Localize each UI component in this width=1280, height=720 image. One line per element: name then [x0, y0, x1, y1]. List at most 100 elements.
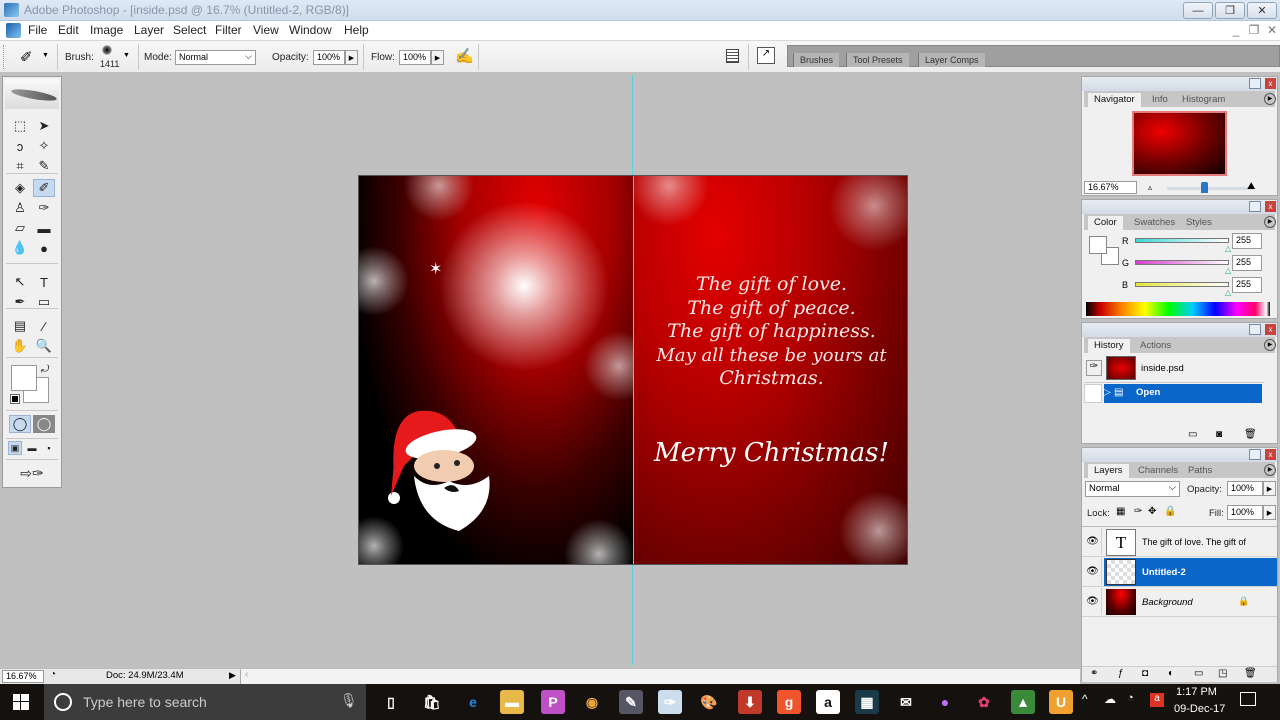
menu-file[interactable]: File — [28, 23, 47, 37]
taskbar-video-editor-icon[interactable]: ▦ — [855, 690, 879, 714]
taskbar-g-app-icon[interactable]: g — [777, 690, 801, 714]
horizontal-scrollbar[interactable]: ‹ — [240, 669, 1080, 684]
brush-preset-dropdown-icon[interactable]: ▼ — [42, 52, 49, 59]
menu-help[interactable]: Help — [344, 23, 369, 37]
fill-slider-button[interactable]: ▶ — [1263, 505, 1276, 520]
panel-minimize-icon[interactable] — [1249, 449, 1261, 460]
status-menu-arrow-icon[interactable]: ▶ — [229, 670, 236, 681]
menu-window[interactable]: Window — [289, 23, 332, 37]
swap-colors-icon[interactable]: ⤾ — [41, 364, 49, 375]
opacity-slider-button[interactable]: ▶ — [345, 50, 358, 65]
zoom-out-icon[interactable]: ▵ — [1148, 183, 1152, 192]
delete-layer-icon[interactable]: 🗑 — [1244, 668, 1257, 679]
layer-visibility-eye-icon[interactable]: 👁 — [1084, 528, 1102, 555]
taskbar-picture-app-icon[interactable]: ▲ — [1011, 690, 1035, 714]
channel-slider-thumb[interactable]: △ — [1225, 244, 1231, 253]
minimize-button[interactable]: — — [1183, 2, 1213, 19]
close-button[interactable]: ✕ — [1247, 2, 1277, 19]
layer-visibility-eye-icon[interactable]: 👁 — [1084, 588, 1102, 615]
menu-image[interactable]: Image — [90, 23, 123, 37]
link-layers-icon[interactable]: ⚭ — [1090, 668, 1098, 679]
menu-layer[interactable]: Layer — [134, 23, 164, 37]
tab-navigator[interactable]: Navigator — [1088, 93, 1141, 107]
blur-tool-button[interactable]: 💧 — [9, 239, 31, 257]
taskbar-mail-icon[interactable]: ✉ — [894, 690, 918, 714]
panel-menu-icon[interactable]: ▶ — [1264, 93, 1276, 105]
zoom-slider-thumb[interactable] — [1201, 182, 1209, 193]
marquee-tool-button[interactable]: ⬚ — [9, 117, 31, 135]
channel-value-g[interactable]: 255 — [1232, 255, 1262, 271]
taskbar-uc-browser-icon[interactable]: U — [1049, 690, 1073, 714]
action-center-icon[interactable] — [1240, 692, 1256, 706]
tab-styles[interactable]: Styles — [1180, 216, 1218, 230]
brush-preset-icon[interactable]: ✐ — [20, 48, 33, 66]
delete-state-icon[interactable]: 🗑 — [1244, 429, 1257, 440]
eraser-tool-button[interactable]: ▱ — [9, 219, 31, 237]
tab-actions[interactable]: Actions — [1134, 339, 1177, 353]
healing-brush-tool-button[interactable]: ◈ — [9, 179, 31, 197]
fill-input[interactable]: 100% — [1227, 505, 1263, 520]
brush-dropdown-icon[interactable]: ▼ — [123, 52, 130, 59]
eyedropper-tool-button[interactable]: ⁄ — [33, 317, 55, 335]
taskbar-balloon-icon[interactable]: ● — [933, 690, 957, 714]
slice-tool-button[interactable]: ✎ — [33, 157, 55, 175]
layer-opacity-input[interactable]: 100% — [1227, 481, 1263, 496]
well-tab-brushes[interactable]: Brushes — [793, 53, 840, 67]
taskbar-paint-icon[interactable]: 🎨 — [697, 690, 721, 714]
layer-mask-icon[interactable]: ◘ — [1142, 668, 1148, 679]
new-layer-icon[interactable]: ◳ — [1218, 668, 1227, 679]
layer-visibility-eye-icon[interactable]: 👁 — [1084, 558, 1102, 585]
antivirus-tray-icon[interactable]: a — [1150, 693, 1164, 707]
full-screen-menu-mode-button[interactable]: ▬ — [25, 441, 39, 455]
standard-mode-button[interactable]: ◯ — [9, 415, 31, 433]
layer-row-text[interactable]: 👁 T The gift of love. The gift of — [1082, 528, 1277, 557]
panel-header[interactable]: x — [1082, 200, 1277, 214]
new-document-from-state-icon[interactable]: ▭ — [1188, 429, 1197, 440]
channel-slider-r[interactable] — [1135, 238, 1229, 243]
color-ramp[interactable] — [1086, 302, 1270, 316]
microphone-icon[interactable]: 🎙 — [340, 692, 358, 709]
type-tool-button[interactable]: T — [33, 273, 55, 291]
new-snapshot-icon[interactable]: ◙ — [1216, 429, 1222, 440]
history-state-open[interactable]: ▷ ▤ Open — [1103, 384, 1262, 403]
clock-date[interactable]: 09-Dec-17 — [1174, 703, 1225, 715]
channel-slider-b[interactable] — [1135, 282, 1229, 287]
opacity-input[interactable]: 100% — [313, 50, 345, 65]
panel-menu-icon[interactable]: ▶ — [1264, 339, 1276, 351]
mode-select[interactable]: Normal ⌵ — [175, 50, 256, 65]
panel-close-icon[interactable]: x — [1265, 449, 1276, 460]
tab-paths[interactable]: Paths — [1182, 464, 1218, 478]
notes-tool-button[interactable]: ▤ — [9, 317, 31, 335]
airbrush-icon[interactable]: ✍ — [455, 47, 474, 65]
color-foreground-swatch[interactable] — [1089, 236, 1107, 254]
layer-row-background[interactable]: 👁 Background 🔒 — [1082, 588, 1277, 617]
windows-start-button[interactable] — [13, 694, 29, 710]
pen-tool-button[interactable]: ✒ — [9, 293, 31, 311]
move-tool-button[interactable]: ➤ — [33, 117, 55, 135]
palette-options-icon[interactable] — [726, 49, 739, 63]
quick-mask-button[interactable]: ◯ — [33, 415, 55, 433]
photoshop-menu-icon[interactable] — [6, 23, 21, 38]
brush-tool-button[interactable]: ✐ — [33, 179, 55, 197]
panel-header[interactable]: x — [1082, 323, 1277, 337]
history-snapshot-row[interactable]: ✑ inside.psd — [1084, 355, 1264, 383]
panel-close-icon[interactable]: x — [1265, 201, 1276, 212]
tab-channels[interactable]: Channels — [1132, 464, 1184, 478]
panel-header[interactable]: x — [1082, 448, 1277, 462]
channel-slider-thumb[interactable]: △ — [1225, 266, 1231, 275]
history-brush-tool-button[interactable]: ✑ — [33, 199, 55, 217]
document-canvas[interactable]: ✶ The gift of love. The gift of peace. T… — [358, 175, 908, 565]
channel-slider-g[interactable] — [1135, 260, 1229, 265]
shape-tool-button[interactable]: ▭ — [33, 293, 55, 311]
lasso-tool-button[interactable]: ↄ — [9, 137, 31, 155]
taskbar-edge-icon[interactable]: e — [461, 690, 485, 714]
hand-tool-button[interactable]: ✋ — [9, 337, 31, 355]
panel-close-icon[interactable]: x — [1265, 324, 1276, 335]
show-hidden-icons[interactable]: ^ — [1082, 692, 1088, 706]
status-zoom-input[interactable]: 16.67% — [2, 670, 44, 683]
onedrive-icon[interactable]: ☁ — [1104, 692, 1116, 706]
standard-screen-mode-button[interactable]: ▣ — [8, 441, 22, 455]
panel-menu-icon[interactable]: ▶ — [1264, 216, 1276, 228]
blend-mode-select[interactable]: Normal ⌵ — [1085, 481, 1180, 497]
lock-position-icon[interactable]: ✥ — [1148, 506, 1156, 517]
